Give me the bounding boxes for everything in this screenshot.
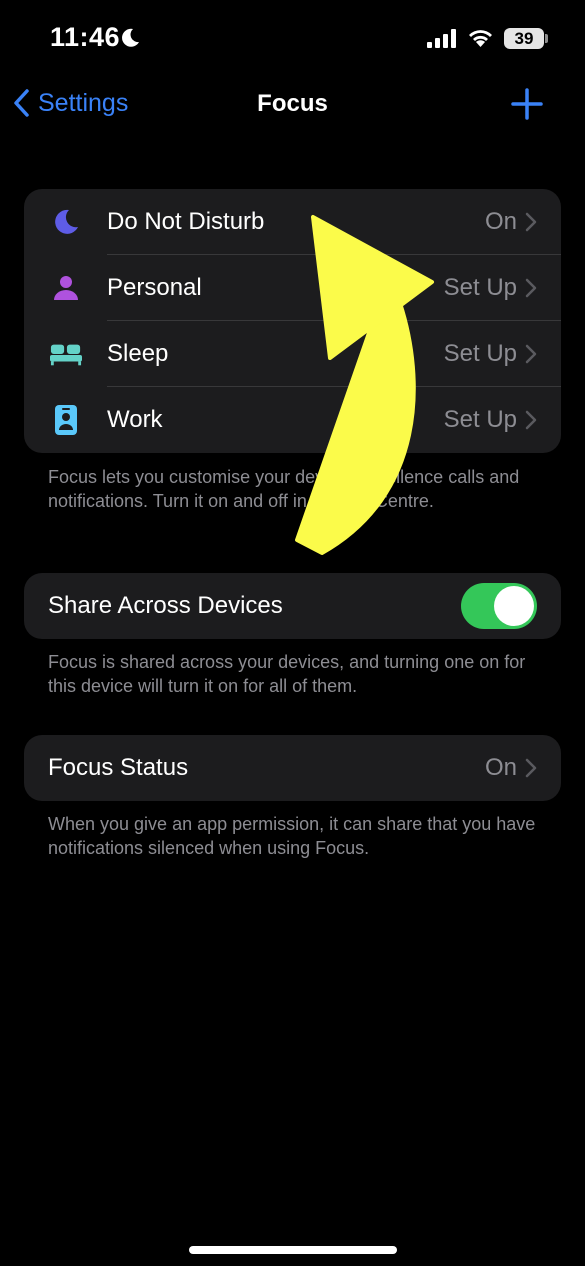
share-across-devices-label: Share Across Devices [48, 592, 283, 619]
focus-mode-label: Sleep [107, 340, 169, 367]
focus-mode-sleep[interactable]: Sleep Set Up [24, 321, 561, 387]
chevron-right-icon [525, 212, 537, 232]
navigation-bar: Settings Focus [0, 80, 585, 130]
focus-status-value: On [484, 754, 517, 781]
person-icon [50, 272, 82, 304]
chevron-right-icon [525, 278, 537, 298]
battery-nub [545, 34, 548, 43]
focus-status-row[interactable]: Focus Status On [24, 735, 561, 801]
share-across-devices-row: Share Across Devices [24, 573, 561, 639]
focus-mode-value: On [484, 208, 517, 235]
focus-mode-label: Work [107, 406, 163, 433]
page-title: Focus [257, 90, 328, 117]
bed-icon [50, 338, 82, 370]
chevron-right-icon [525, 344, 537, 364]
cellular-signal-icon [427, 29, 456, 48]
focus-modes-list: Do Not Disturb On Personal Set Up Sleep … [24, 189, 561, 453]
share-across-devices-toggle[interactable] [461, 583, 537, 629]
focus-mode-do-not-disturb[interactable]: Do Not Disturb On [24, 189, 561, 255]
share-footnote: Focus is shared across your devices, and… [48, 652, 526, 696]
home-indicator[interactable] [189, 1246, 397, 1254]
focus-status-footnote: When you give an app permission, it can … [48, 814, 536, 858]
toggle-knob [494, 586, 534, 626]
focus-mode-value: Set Up [443, 340, 517, 367]
focus-mode-work[interactable]: Work Set Up [24, 387, 561, 453]
focus-mode-label: Personal [107, 274, 202, 301]
focus-mode-value: Set Up [443, 274, 517, 301]
status-time: 11:46 [50, 22, 121, 52]
focus-status-label: Focus Status [48, 754, 189, 781]
moon-icon [50, 206, 82, 238]
wifi-icon [469, 30, 492, 47]
battery-indicator: 39 [504, 28, 544, 49]
focus-status-group: Focus Status On [24, 735, 561, 801]
focus-footnote: Focus lets you customise your device and… [48, 467, 520, 511]
id-badge-icon [50, 404, 82, 436]
moon-icon [122, 28, 139, 47]
plus-icon[interactable] [510, 87, 544, 121]
focus-mode-personal[interactable]: Personal Set Up [24, 255, 561, 321]
focus-mode-value: Set Up [443, 406, 517, 433]
chevron-right-icon [525, 758, 537, 778]
chevron-right-icon [525, 410, 537, 430]
focus-mode-label: Do Not Disturb [107, 208, 265, 235]
share-across-devices-group: Share Across Devices [24, 573, 561, 639]
status-bar: 11:46 39 [0, 0, 585, 80]
